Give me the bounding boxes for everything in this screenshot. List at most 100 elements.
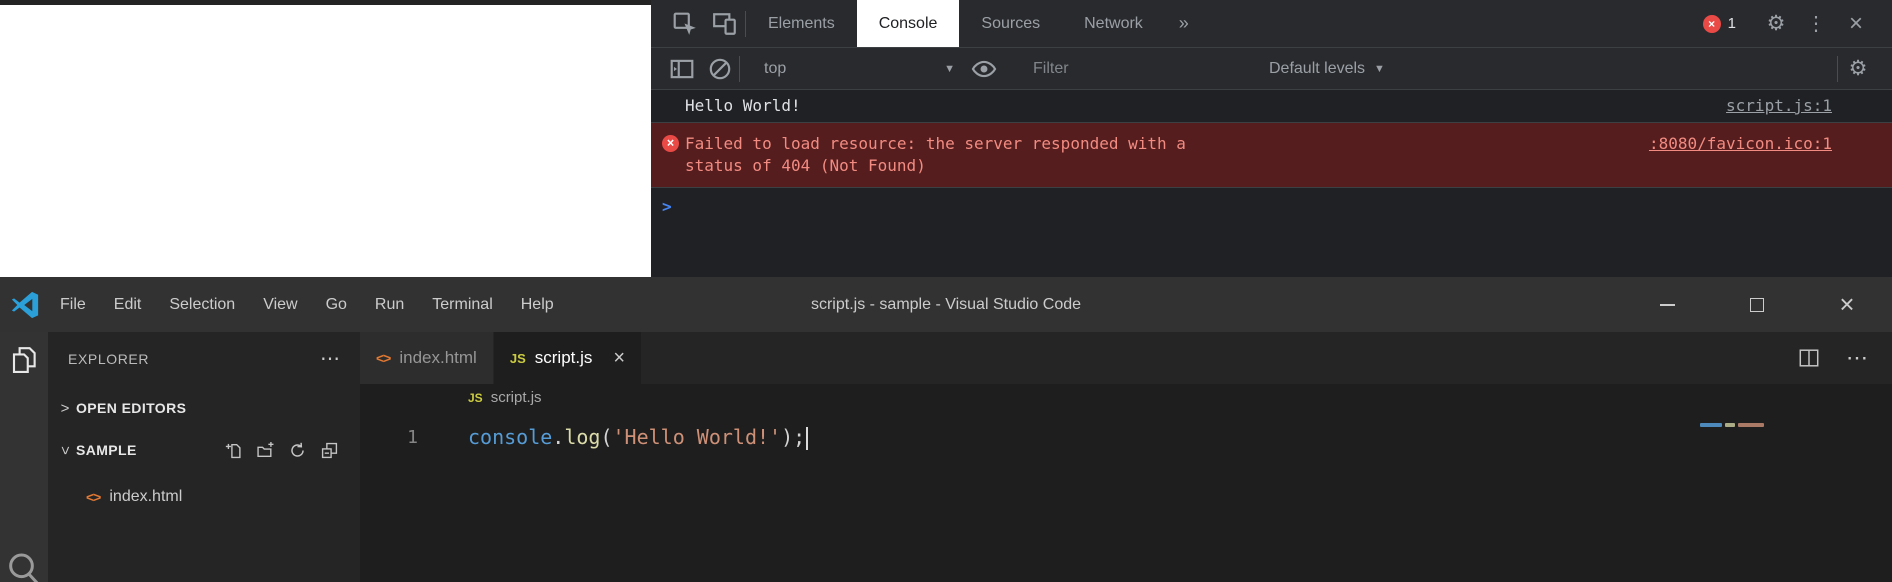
- minimap-token: [1700, 423, 1722, 427]
- context-select-value: top: [764, 60, 786, 78]
- editor-tab-index-html[interactable]: <> index.html: [360, 332, 494, 384]
- tab-close-icon[interactable]: ×: [613, 347, 625, 370]
- new-file-icon[interactable]: [225, 442, 242, 459]
- menu-go[interactable]: Go: [312, 277, 361, 332]
- devtools-right-controls: × 1 ⚙ ⋮ ×: [1703, 0, 1892, 47]
- log-levels-select[interactable]: Default levels ▼: [1269, 60, 1385, 78]
- error-count-badge[interactable]: × 1: [1703, 15, 1736, 33]
- html-file-icon: <>: [86, 489, 100, 505]
- more-tabs-icon[interactable]: »: [1165, 0, 1203, 47]
- device-toolbar-icon[interactable]: [705, 0, 745, 47]
- toolbar-separator: [739, 56, 740, 82]
- chevron-right-icon: >: [56, 400, 74, 417]
- code-token: .: [552, 425, 564, 449]
- window-controls: ×: [1622, 277, 1892, 332]
- menu-run[interactable]: Run: [361, 277, 418, 332]
- devtools-kebab-menu-icon[interactable]: ⋮: [1796, 11, 1836, 36]
- maximize-button[interactable]: [1712, 277, 1802, 332]
- breadcrumb[interactable]: JS script.js: [360, 384, 1892, 411]
- menu-edit[interactable]: Edit: [100, 277, 156, 332]
- devtools-settings-gear-icon[interactable]: ⚙: [1756, 11, 1796, 36]
- console-settings-gear-icon[interactable]: ⚙: [1838, 56, 1878, 81]
- editor-tab-script-js[interactable]: JS script.js ×: [494, 332, 642, 384]
- console-log-source-link[interactable]: script.js:1: [1726, 95, 1832, 117]
- code-token: 'Hello World!': [613, 425, 782, 449]
- collapse-folders-icon[interactable]: [321, 442, 338, 459]
- menu-view[interactable]: View: [249, 277, 311, 332]
- error-circle-icon: ×: [662, 135, 679, 152]
- vscode-titlebar: File Edit Selection View Go Run Terminal…: [0, 277, 1892, 332]
- browser-window: Elements Console Sources Network » × 1 ⚙…: [0, 0, 1892, 277]
- new-folder-icon[interactable]: [257, 442, 274, 459]
- activity-bar: [0, 332, 48, 582]
- code-content[interactable]: console.log('Hello World!');: [430, 425, 808, 450]
- console-messages: Hello World! script.js:1 × Failed to loa…: [651, 90, 1892, 277]
- file-item-index-html[interactable]: <> index.html: [48, 480, 360, 514]
- open-editors-label: OPEN EDITORS: [76, 400, 186, 416]
- text-cursor: [806, 427, 808, 450]
- code-token: console: [468, 425, 552, 449]
- section-sample-folder[interactable]: > SAMPLE: [48, 432, 360, 468]
- menu-selection[interactable]: Selection: [155, 277, 249, 332]
- editor-tab-actions: ⋯: [1798, 332, 1892, 384]
- editor-more-actions-icon[interactable]: ⋯: [1846, 345, 1868, 371]
- context-dropdown-arrow-icon: ▼: [944, 63, 955, 75]
- console-log-text: Hello World!: [685, 95, 801, 117]
- menu-file[interactable]: File: [46, 277, 100, 332]
- clear-console-icon[interactable]: [701, 56, 739, 82]
- console-error-source-link[interactable]: :8080/favicon.ico:1: [1649, 133, 1832, 155]
- js-file-icon: JS: [468, 391, 483, 405]
- breadcrumb-file: script.js: [491, 389, 542, 406]
- split-editor-icon[interactable]: [1798, 347, 1820, 369]
- menu-help[interactable]: Help: [507, 277, 568, 332]
- error-badge-count: 1: [1728, 15, 1736, 32]
- code-token: ): [781, 425, 793, 449]
- vscode-window: File Edit Selection View Go Run Terminal…: [0, 277, 1892, 582]
- screen: Elements Console Sources Network » × 1 ⚙…: [0, 0, 1892, 582]
- vscode-menubar: File Edit Selection View Go Run Terminal…: [46, 277, 568, 332]
- console-error-text: Failed to load resource: the server resp…: [685, 133, 1225, 177]
- window-title: script.js - sample - Visual Studio Code: [811, 277, 1081, 332]
- code-token: log: [564, 425, 600, 449]
- console-error-row: × Failed to load resource: the server re…: [651, 123, 1892, 188]
- tab-label: script.js: [535, 348, 593, 368]
- minimap-token: [1725, 423, 1735, 427]
- js-file-icon: JS: [510, 351, 526, 366]
- editor-area: <> index.html JS script.js × ⋯: [360, 332, 1892, 582]
- tab-label: index.html: [399, 348, 476, 368]
- minimize-icon: [1660, 304, 1675, 306]
- tab-network[interactable]: Network: [1062, 0, 1165, 47]
- tab-sources[interactable]: Sources: [959, 0, 1062, 47]
- browser-viewport: [0, 0, 651, 277]
- file-item-label: index.html: [109, 488, 182, 506]
- explorer-sidebar: EXPLORER ⋯ > OPEN EDITORS > SAMPLE: [48, 332, 360, 582]
- tab-elements[interactable]: Elements: [746, 0, 857, 47]
- code-editor[interactable]: 1 console.log('Hello World!');: [360, 411, 1892, 582]
- chevron-down-icon: >: [57, 441, 74, 459]
- console-filter-input[interactable]: [1019, 60, 1209, 78]
- code-token: ;: [793, 425, 805, 449]
- console-sidebar-icon[interactable]: [663, 56, 701, 82]
- menu-terminal[interactable]: Terminal: [418, 277, 506, 332]
- section-open-editors[interactable]: > OPEN EDITORS: [48, 390, 360, 426]
- minimize-button[interactable]: [1622, 277, 1712, 332]
- devtools-panel: Elements Console Sources Network » × 1 ⚙…: [651, 0, 1892, 277]
- minimap-token: [1738, 423, 1764, 427]
- error-badge-icon: ×: [1703, 15, 1721, 33]
- explorer-more-actions-icon[interactable]: ⋯: [320, 346, 340, 371]
- vscode-logo-icon: [10, 290, 40, 320]
- devtools-tabbar: Elements Console Sources Network » × 1 ⚙…: [651, 0, 1892, 48]
- eye-icon[interactable]: [965, 56, 1003, 82]
- console-prompt[interactable]: >: [651, 188, 1892, 216]
- refresh-icon[interactable]: [289, 442, 306, 459]
- javascript-context-select[interactable]: top ▼: [750, 60, 965, 78]
- search-icon[interactable]: [4, 550, 44, 582]
- minimap[interactable]: [1700, 423, 1764, 427]
- inspect-element-icon[interactable]: [665, 0, 705, 47]
- explorer-files-icon[interactable]: [9, 345, 39, 375]
- devtools-close-icon[interactable]: ×: [1836, 10, 1876, 38]
- window-close-button[interactable]: ×: [1802, 277, 1892, 332]
- window-close-icon: ×: [1839, 289, 1854, 320]
- maximize-icon: [1750, 298, 1764, 312]
- tab-console[interactable]: Console: [857, 0, 960, 47]
